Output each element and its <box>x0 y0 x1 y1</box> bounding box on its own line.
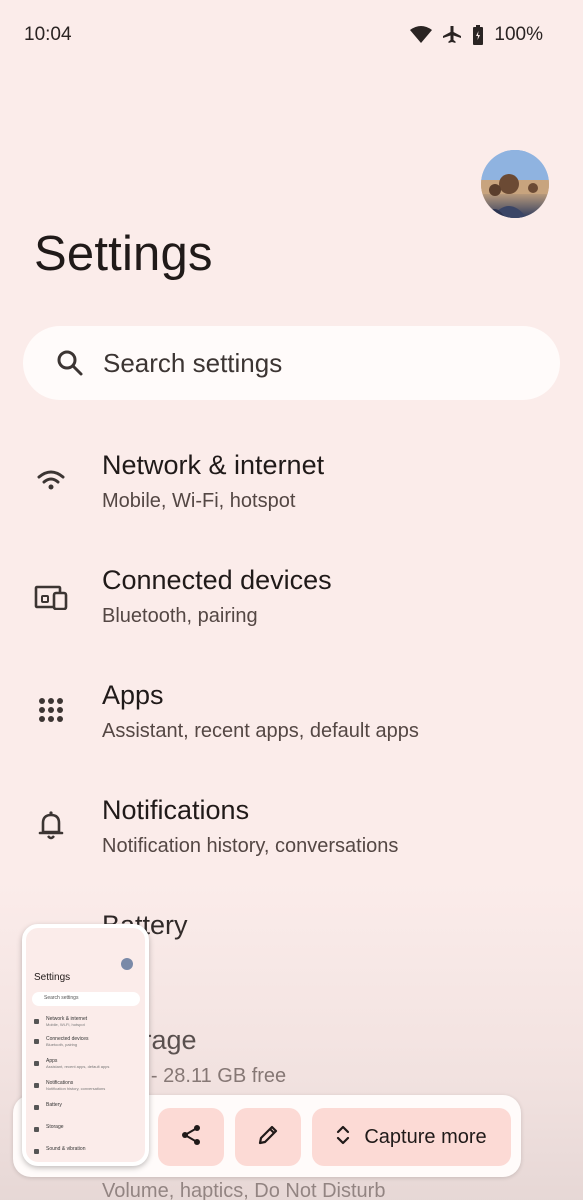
settings-item-network[interactable]: Network & internet Mobile, Wi-Fi, hotspo… <box>0 440 583 550</box>
settings-item-subtitle: Mobile, Wi-Fi, hotspot <box>102 490 296 512</box>
preview-row: Connected devices Bluetooth, pairing <box>34 1036 134 1050</box>
preview-row: Battery <box>34 1102 134 1116</box>
expand-icon <box>336 1124 350 1151</box>
capture-more-label: Capture more <box>364 1125 487 1148</box>
capture-more-button[interactable]: Capture more <box>312 1108 511 1166</box>
preview-row: Apps Assistant, recent apps, default apps <box>34 1058 134 1072</box>
settings-item-apps[interactable]: Apps Assistant, recent apps, default app… <box>0 670 583 780</box>
page-title: Settings <box>34 227 213 281</box>
edit-icon <box>257 1124 279 1151</box>
settings-item-title: Connected devices <box>102 565 332 595</box>
battery-percent: 100% <box>494 24 543 45</box>
preview-row: Sound & vibration <box>34 1146 134 1160</box>
apps-grid-icon <box>33 692 69 728</box>
airplane-icon <box>442 25 462 45</box>
settings-item-connected-devices[interactable]: Connected devices Bluetooth, pairing <box>0 555 583 665</box>
preview-title: Settings <box>34 972 71 983</box>
status-icons: 100% <box>410 24 543 46</box>
battery-icon <box>472 25 484 45</box>
search-placeholder: Search settings <box>103 347 283 378</box>
preview-avatar <box>121 958 133 970</box>
preview-row: Network & internet Mobile, Wi-Fi, hotspot <box>34 1016 134 1030</box>
wifi-icon <box>33 462 69 498</box>
screenshot-preview-thumbnail[interactable]: Settings Search settings Network & inter… <box>22 924 149 1166</box>
wifi-icon <box>410 26 433 44</box>
settings-item-notifications[interactable]: Notifications Notification history, conv… <box>0 785 583 895</box>
settings-item-title: Notifications <box>102 795 250 825</box>
settings-item-title: Apps <box>102 680 164 710</box>
avatar[interactable] <box>481 150 549 218</box>
settings-item-title: Network & internet <box>102 450 325 480</box>
bell-icon <box>33 807 69 843</box>
share-button[interactable] <box>158 1108 224 1166</box>
preview-search: Search settings <box>32 992 140 1006</box>
settings-item-subtitle: Bluetooth, pairing <box>102 605 258 627</box>
settings-item-subtitle: Assistant, recent apps, default apps <box>102 720 419 742</box>
edit-button[interactable] <box>235 1108 301 1166</box>
devices-icon <box>33 579 69 615</box>
settings-item-sound-subtitle: Volume, haptics, Do Not Disturb <box>102 1180 386 1200</box>
status-bar: 10:04 100% <box>0 0 583 70</box>
status-time: 10:04 <box>24 24 72 45</box>
search-bar[interactable]: Search settings <box>23 326 560 400</box>
settings-item-subtitle: Notification history, conversations <box>102 835 399 857</box>
preview-row: Notifications Notification history, conve… <box>34 1080 134 1094</box>
share-icon <box>179 1123 203 1152</box>
search-icon <box>55 348 85 378</box>
preview-row: Storage <box>34 1124 134 1138</box>
